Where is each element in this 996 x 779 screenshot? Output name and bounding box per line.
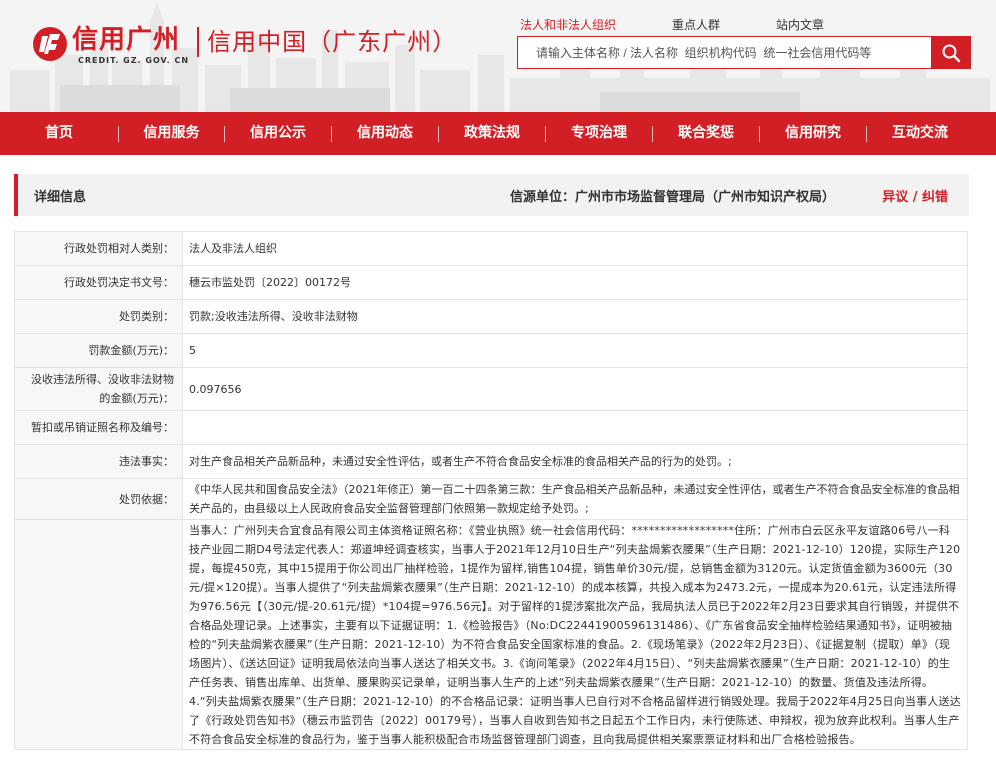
row-value: 对生产食品相关产品新品种，未通过安全性评估，或者生产不符合食品安全标准的食品相关… [182, 444, 968, 479]
row-value [182, 410, 968, 445]
table-row: 违法事实： 对生产食品相关产品新品种，未通过安全性评估，或者生产不符合食品安全标… [14, 444, 968, 479]
row-label: 罚款金额(万元)： [14, 333, 183, 368]
row-value: 穗云市监处罚〔2022〕00172号 [182, 265, 968, 300]
logo-divider [197, 27, 200, 57]
table-row: 罚款金额(万元)： 5 [14, 333, 968, 368]
tab-legal-entities[interactable]: 法人和非法人组织 [520, 16, 616, 34]
logo-region-title: 信用中国（广东广州） [207, 28, 458, 56]
row-value: 罚款;没收违法所得、没收非法财物 [182, 299, 968, 334]
site-logo[interactable]: 信用广州 CREDIT. GZ. GOV. CN 信用中国（广东广州） [30, 24, 457, 65]
search-category-tabs: 法人和非法人组织 重点人群 站内文章 [520, 16, 880, 34]
objection-link[interactable]: 异议 / 纠错 [882, 186, 948, 205]
row-label: 违法事实： [14, 444, 183, 479]
nav-policies[interactable]: 政策法规 [439, 112, 545, 155]
row-label: 暂扣或吊销证照名称及编号： [14, 410, 183, 445]
logo-mark-icon [33, 27, 67, 61]
logo-domain: CREDIT. GZ. GOV. CN [78, 56, 190, 65]
tab-key-groups[interactable]: 重点人群 [672, 16, 720, 34]
search-input[interactable] [518, 37, 931, 68]
row-value: 0.097656 [182, 367, 968, 411]
table-row: 没收违法所得、没收非法财物的金额(万元)： 0.097656 [14, 367, 968, 411]
row-label: 行政处罚相对人类别： [14, 231, 183, 266]
nav-interaction[interactable]: 互动交流 [867, 112, 973, 155]
nav-joint-rewards-penalties[interactable]: 联合奖惩 [653, 112, 759, 155]
row-label: 行政处罚决定书文号： [14, 265, 183, 300]
penalty-details-text: 当事人：广州列夫合宜食品有限公司主体资格证照名称：《营业执照》统一社会信用代码：… [182, 519, 968, 750]
main-nav: 首页 信用服务 信用公示 信用动态 政策法规 专项治理 联合奖惩 信用研究 互动… [0, 112, 996, 155]
row-label: 处罚依据： [14, 478, 183, 520]
table-row: 行政处罚相对人类别： 法人及非法人组织 [14, 231, 968, 266]
search-icon [942, 44, 960, 62]
row-label: 没收违法所得、没收非法财物的金额(万元)： [14, 367, 183, 411]
penalty-info-table: 行政处罚相对人类别： 法人及非法人组织 行政处罚决定书文号： 穗云市监处罚〔20… [14, 231, 968, 750]
nav-special-governance[interactable]: 专项治理 [546, 112, 652, 155]
table-row: 处罚依据： 《中华人民共和国食品安全法》（2021年修正）第一百二十四条第三款：… [14, 478, 968, 520]
detail-title: 详细信息 [34, 189, 87, 205]
nav-credit-research[interactable]: 信用研究 [760, 112, 866, 155]
nav-credit-services[interactable]: 信用服务 [119, 112, 224, 155]
table-row: 暂扣或吊销证照名称及编号： [14, 410, 968, 445]
source-unit: 信源单位：广州市市场监督管理局（广州市知识产权局） [509, 189, 835, 205]
logo-chinese-name: 信用广州 [72, 25, 181, 55]
search-box [517, 36, 971, 69]
search-button[interactable] [931, 37, 970, 68]
nav-credit-news[interactable]: 信用动态 [332, 112, 438, 155]
row-label: 处罚类别： [14, 299, 183, 334]
table-row: 行政处罚决定书文号： 穗云市监处罚〔2022〕00172号 [14, 265, 968, 300]
logo-text-group: 信用广州 CREDIT. GZ. GOV. CN [72, 24, 189, 65]
site-header: 信用广州 CREDIT. GZ. GOV. CN 信用中国（广东广州） 法人和非… [0, 0, 996, 112]
row-value: 法人及非法人组织 [182, 231, 968, 266]
row-value: 《中华人民共和国食品安全法》（2021年修正）第一百二十四条第三款：生产食品相关… [182, 478, 968, 520]
table-row: 当事人：广州列夫合宜食品有限公司主体资格证照名称：《营业执照》统一社会信用代码：… [14, 519, 968, 750]
row-value: 5 [182, 333, 968, 368]
detail-header: 详细信息 信源单位：广州市市场监督管理局（广州市知识产权局） 异议 / 纠错 [14, 174, 969, 216]
row-label [14, 519, 183, 750]
tab-site-articles[interactable]: 站内文章 [776, 16, 824, 34]
nav-credit-disclosure[interactable]: 信用公示 [225, 112, 331, 155]
nav-home[interactable]: 首页 [0, 112, 118, 155]
table-row: 处罚类别： 罚款;没收违法所得、没收非法财物 [14, 299, 968, 334]
